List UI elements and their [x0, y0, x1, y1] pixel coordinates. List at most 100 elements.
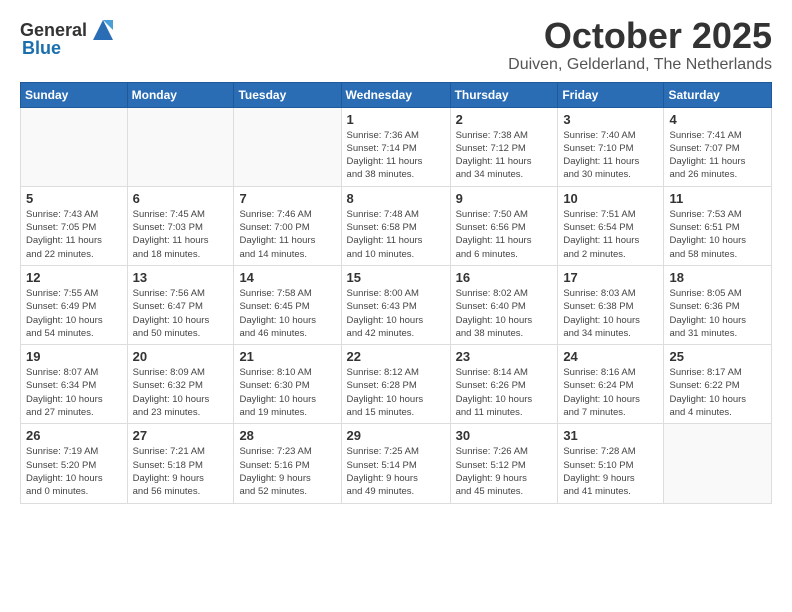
day-number: 26: [26, 428, 122, 443]
header: General Blue October 2025 Duiven, Gelder…: [20, 16, 772, 74]
logo-blue-text: Blue: [22, 38, 61, 59]
day-info: Sunrise: 8:10 AMSunset: 6:30 PMDaylight:…: [239, 366, 335, 419]
day-info: Sunrise: 8:14 AMSunset: 6:26 PMDaylight:…: [456, 366, 553, 419]
day-number: 21: [239, 349, 335, 364]
day-number: 14: [239, 270, 335, 285]
day-info: Sunrise: 7:38 AMSunset: 7:12 PMDaylight:…: [456, 129, 553, 182]
table-row: 10 Sunrise: 7:51 AMSunset: 6:54 PMDayligh…: [558, 186, 664, 265]
col-wednesday: Wednesday: [341, 82, 450, 107]
day-number: 15: [347, 270, 445, 285]
table-row: [664, 424, 772, 503]
day-info: Sunrise: 7:58 AMSunset: 6:45 PMDaylight:…: [239, 287, 335, 340]
table-row: 22 Sunrise: 8:12 AMSunset: 6:28 PMDayligh…: [341, 345, 450, 424]
table-row: 25 Sunrise: 8:17 AMSunset: 6:22 PMDayligh…: [664, 345, 772, 424]
table-row: 7 Sunrise: 7:46 AMSunset: 7:00 PMDaylight…: [234, 186, 341, 265]
table-row: 6Sunrise: 7:45 AMSunset: 7:03 PMDaylight…: [127, 186, 234, 265]
day-number: 25: [669, 349, 766, 364]
day-info: Sunrise: 7:40 AMSunset: 7:10 PMDaylight:…: [563, 129, 658, 182]
day-info: Sunrise: 8:05 AMSunset: 6:36 PMDaylight:…: [669, 287, 766, 340]
day-number: 16: [456, 270, 553, 285]
month-title: October 2025: [508, 16, 772, 56]
week-row-5: 26 Sunrise: 7:19 AMSunset: 5:20 PMDayligh…: [21, 424, 772, 503]
day-number: 17: [563, 270, 658, 285]
day-info: Sunrise: 7:36 AMSunset: 7:14 PMDaylight:…: [347, 129, 445, 182]
logo: General Blue: [20, 16, 117, 59]
col-thursday: Thursday: [450, 82, 558, 107]
table-row: 1 Sunrise: 7:36 AMSunset: 7:14 PMDaylight…: [341, 107, 450, 186]
day-number: 8: [347, 191, 445, 206]
day-info: Sunrise: 7:55 AMSunset: 6:49 PMDaylight:…: [26, 287, 122, 340]
day-info: Sunrise: 7:41 AMSunset: 7:07 PMDaylight:…: [669, 129, 766, 182]
day-info: Sunrise: 8:00 AMSunset: 6:43 PMDaylight:…: [347, 287, 445, 340]
day-number: 10: [563, 191, 658, 206]
week-row-4: 19Sunrise: 8:07 AMSunset: 6:34 PMDayligh…: [21, 345, 772, 424]
day-info: Sunrise: 8:17 AMSunset: 6:22 PMDaylight:…: [669, 366, 766, 419]
day-number: 24: [563, 349, 658, 364]
day-info: Sunrise: 7:51 AMSunset: 6:54 PMDaylight:…: [563, 208, 658, 261]
table-row: 31 Sunrise: 7:28 AMSunset: 5:10 PMDayligh…: [558, 424, 664, 503]
day-info: Sunrise: 8:07 AMSunset: 6:34 PMDaylight:…: [26, 366, 122, 419]
day-info: Sunrise: 7:43 AMSunset: 7:05 PMDaylight:…: [26, 208, 122, 261]
day-number: 11: [669, 191, 766, 206]
table-row: 29 Sunrise: 7:25 AMSunset: 5:14 PMDayligh…: [341, 424, 450, 503]
col-friday: Friday: [558, 82, 664, 107]
table-row: 23Sunrise: 8:14 AMSunset: 6:26 PMDayligh…: [450, 345, 558, 424]
table-row: 5 Sunrise: 7:43 AMSunset: 7:05 PMDaylight…: [21, 186, 128, 265]
table-row: 8 Sunrise: 7:48 AMSunset: 6:58 PMDaylight…: [341, 186, 450, 265]
day-info: Sunrise: 7:45 AMSunset: 7:03 PMDaylight:…: [133, 208, 229, 261]
table-row: 17 Sunrise: 8:03 AMSunset: 6:38 PMDayligh…: [558, 265, 664, 344]
table-row: 20 Sunrise: 8:09 AMSunset: 6:32 PMDayligh…: [127, 345, 234, 424]
day-number: 30: [456, 428, 553, 443]
day-number: 31: [563, 428, 658, 443]
day-number: 9: [456, 191, 553, 206]
day-info: Sunrise: 7:19 AMSunset: 5:20 PMDaylight:…: [26, 445, 122, 498]
table-row: 12 Sunrise: 7:55 AMSunset: 6:49 PMDayligh…: [21, 265, 128, 344]
day-number: 5: [26, 191, 122, 206]
table-row: 28Sunrise: 7:23 AMSunset: 5:16 PMDayligh…: [234, 424, 341, 503]
day-number: 12: [26, 270, 122, 285]
calendar-table: Sunday Monday Tuesday Wednesday Thursday…: [20, 82, 772, 504]
table-row: [234, 107, 341, 186]
day-info: Sunrise: 8:09 AMSunset: 6:32 PMDaylight:…: [133, 366, 229, 419]
table-row: [21, 107, 128, 186]
week-row-1: 1 Sunrise: 7:36 AMSunset: 7:14 PMDaylight…: [21, 107, 772, 186]
table-row: 2Sunrise: 7:38 AMSunset: 7:12 PMDaylight…: [450, 107, 558, 186]
day-info: Sunrise: 7:48 AMSunset: 6:58 PMDaylight:…: [347, 208, 445, 261]
day-info: Sunrise: 7:25 AMSunset: 5:14 PMDaylight:…: [347, 445, 445, 498]
day-number: 20: [133, 349, 229, 364]
table-row: 15 Sunrise: 8:00 AMSunset: 6:43 PMDayligh…: [341, 265, 450, 344]
day-number: 3: [563, 112, 658, 127]
table-row: 3 Sunrise: 7:40 AMSunset: 7:10 PMDaylight…: [558, 107, 664, 186]
day-info: Sunrise: 8:16 AMSunset: 6:24 PMDaylight:…: [563, 366, 658, 419]
col-monday: Monday: [127, 82, 234, 107]
col-saturday: Saturday: [664, 82, 772, 107]
day-number: 27: [133, 428, 229, 443]
day-number: 18: [669, 270, 766, 285]
day-info: Sunrise: 7:56 AMSunset: 6:47 PMDaylight:…: [133, 287, 229, 340]
col-sunday: Sunday: [21, 82, 128, 107]
day-info: Sunrise: 7:46 AMSunset: 7:00 PMDaylight:…: [239, 208, 335, 261]
day-info: Sunrise: 7:53 AMSunset: 6:51 PMDaylight:…: [669, 208, 766, 261]
day-info: Sunrise: 7:50 AMSunset: 6:56 PMDaylight:…: [456, 208, 553, 261]
day-number: 1: [347, 112, 445, 127]
table-row: 11 Sunrise: 7:53 AMSunset: 6:51 PMDayligh…: [664, 186, 772, 265]
table-row: 14 Sunrise: 7:58 AMSunset: 6:45 PMDayligh…: [234, 265, 341, 344]
table-row: 18 Sunrise: 8:05 AMSunset: 6:36 PMDayligh…: [664, 265, 772, 344]
day-info: Sunrise: 8:03 AMSunset: 6:38 PMDaylight:…: [563, 287, 658, 340]
week-row-3: 12 Sunrise: 7:55 AMSunset: 6:49 PMDayligh…: [21, 265, 772, 344]
table-row: 4Sunrise: 7:41 AMSunset: 7:07 PMDaylight…: [664, 107, 772, 186]
page: General Blue October 2025 Duiven, Gelder…: [0, 0, 792, 520]
day-number: 13: [133, 270, 229, 285]
day-info: Sunrise: 8:02 AMSunset: 6:40 PMDaylight:…: [456, 287, 553, 340]
day-number: 22: [347, 349, 445, 364]
day-info: Sunrise: 7:28 AMSunset: 5:10 PMDaylight:…: [563, 445, 658, 498]
day-info: Sunrise: 8:12 AMSunset: 6:28 PMDaylight:…: [347, 366, 445, 419]
day-number: 29: [347, 428, 445, 443]
table-row: 13 Sunrise: 7:56 AMSunset: 6:47 PMDayligh…: [127, 265, 234, 344]
table-row: 26 Sunrise: 7:19 AMSunset: 5:20 PMDayligh…: [21, 424, 128, 503]
location-title: Duiven, Gelderland, The Netherlands: [508, 56, 772, 74]
day-number: 7: [239, 191, 335, 206]
weekday-header-row: Sunday Monday Tuesday Wednesday Thursday…: [21, 82, 772, 107]
table-row: 19Sunrise: 8:07 AMSunset: 6:34 PMDayligh…: [21, 345, 128, 424]
table-row: 16 Sunrise: 8:02 AMSunset: 6:40 PMDayligh…: [450, 265, 558, 344]
